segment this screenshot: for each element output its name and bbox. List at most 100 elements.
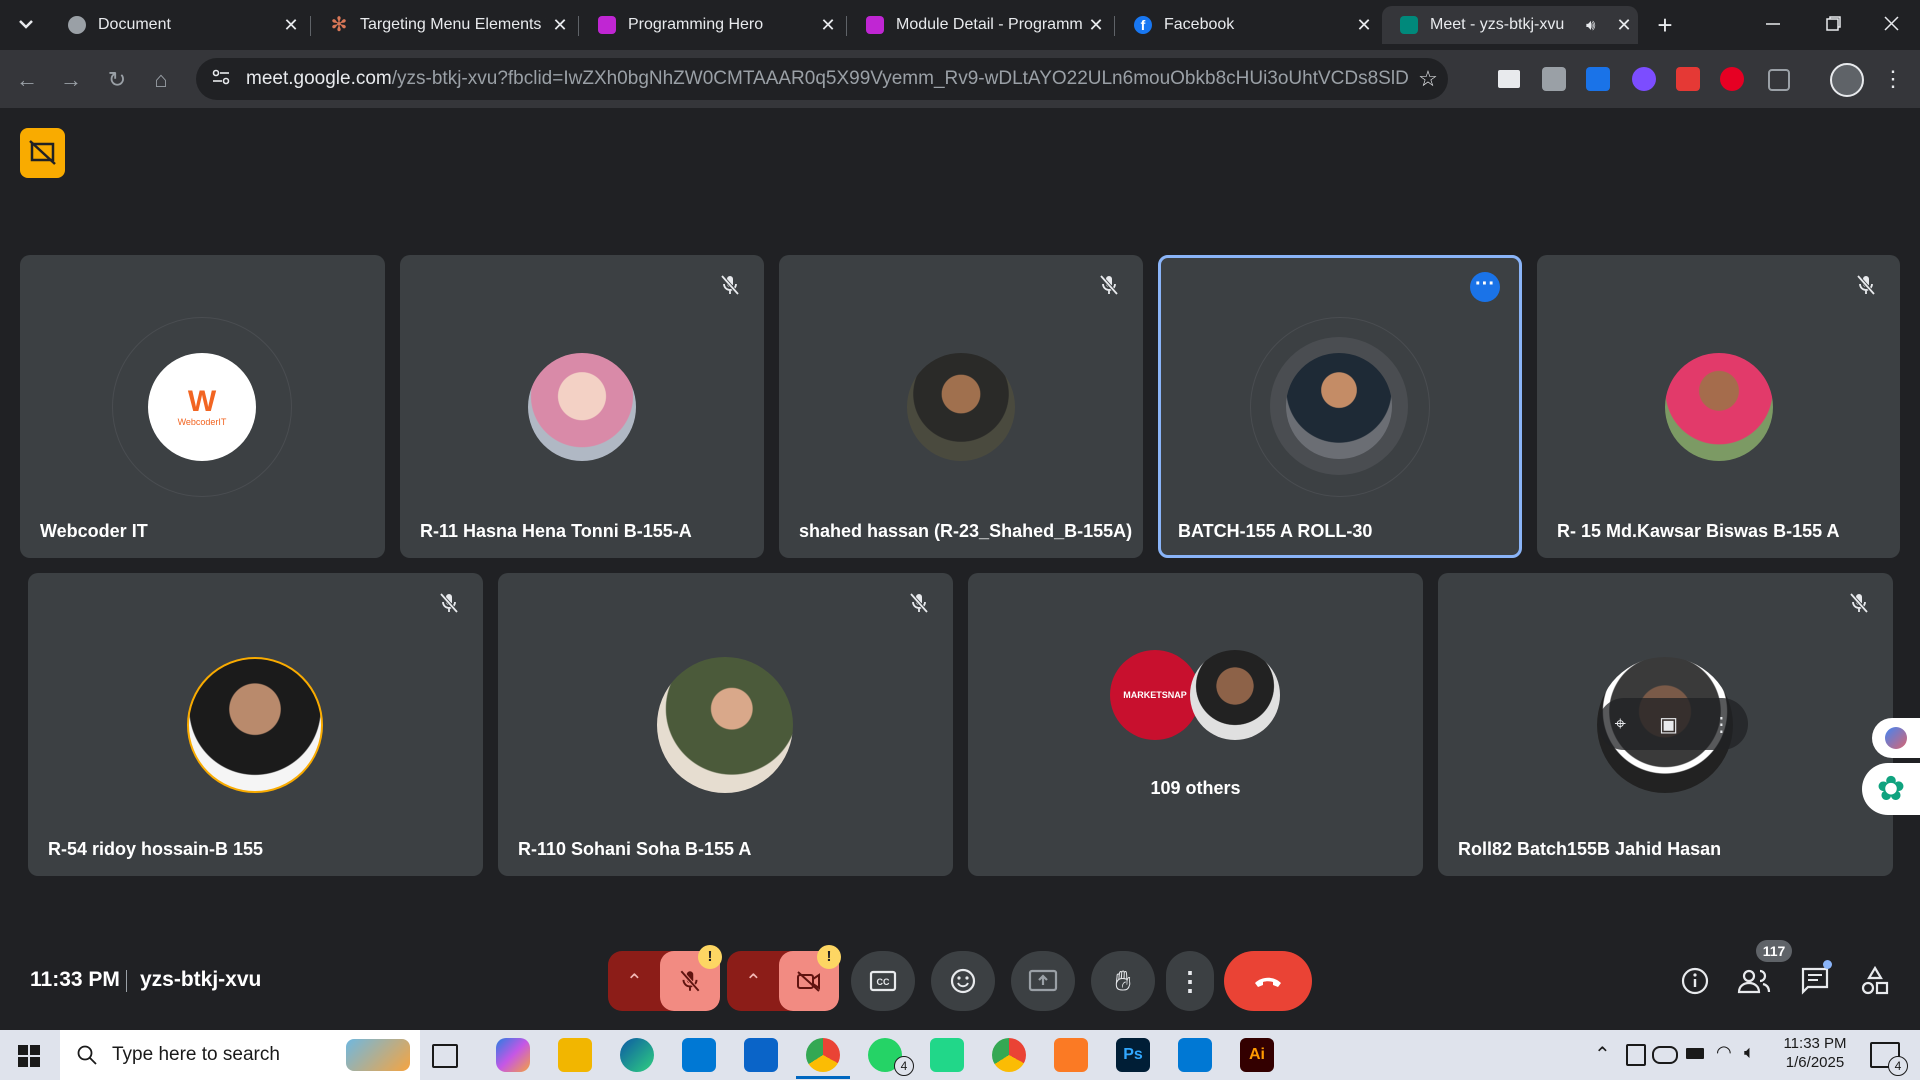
system-clock[interactable]: 11:33 PM 1/6/2025	[1770, 1035, 1860, 1071]
reactions-button[interactable]	[931, 951, 995, 1011]
raise-hand-button[interactable]: ✋︎	[1091, 951, 1155, 1011]
participant-name: Webcoder IT	[40, 521, 148, 541]
illustrator-icon[interactable]: Ai	[1240, 1038, 1274, 1072]
taskbar-search[interactable]: Type here to search	[60, 1030, 420, 1080]
url-text[interactable]: meet.google.com/yzs-btkj-xvu?fbclid=IwZX…	[246, 68, 1408, 90]
people-icon	[1737, 969, 1771, 994]
tab-targeting-menu[interactable]: ✻ Targeting Menu Elements W ✕	[312, 6, 574, 44]
tab-module-detail[interactable]: Module Detail - Programm ✕	[848, 6, 1110, 44]
onedrive-icon[interactable]	[1652, 1046, 1678, 1064]
avatar	[907, 353, 1015, 461]
windows-start-icon[interactable]	[18, 1045, 40, 1067]
people-button[interactable]	[1736, 966, 1772, 996]
notification-center-icon[interactable]: 4	[1870, 1042, 1908, 1076]
participant-tile-active[interactable]: ··· BATCH-155 A ROLL-30	[1158, 255, 1522, 558]
closed-captions-icon: CC	[869, 970, 897, 992]
participant-tile[interactable]: ⌖ ▣ ⋮ Roll82 Batch155B Jahid Hasan	[1438, 573, 1893, 876]
participant-tile[interactable]: R- 15 Md.Kawsar Biswas B-155 A	[1537, 255, 1900, 558]
pinterest-icon[interactable]	[1720, 67, 1744, 91]
volume-icon[interactable]: 🔈︎	[1744, 1042, 1755, 1063]
microsoft-store-icon[interactable]	[682, 1038, 716, 1072]
close-tab-icon[interactable]: ✕	[546, 15, 574, 36]
extension-play-icon[interactable]	[1632, 67, 1656, 91]
present-button[interactable]	[1011, 951, 1075, 1011]
meet-tray-icon[interactable]	[1626, 1044, 1646, 1066]
edge-icon[interactable]	[620, 1038, 654, 1072]
close-tab-icon[interactable]: ✕	[814, 15, 842, 36]
tab-programming-hero[interactable]: Programming Hero ✕	[580, 6, 842, 44]
more-options-icon[interactable]: ···	[1470, 272, 1500, 302]
chatgpt-side-icon[interactable]: ✿	[1862, 763, 1920, 815]
chrome-icon[interactable]	[806, 1038, 840, 1072]
others-tile[interactable]: MARKETSNAP 109 others	[968, 573, 1423, 876]
avatar	[187, 657, 323, 793]
gemini-side-icon[interactable]	[1872, 718, 1920, 758]
vscode-icon[interactable]	[1178, 1038, 1212, 1072]
more-options-button[interactable]: ⋮	[1166, 951, 1214, 1011]
restore-icon[interactable]	[1818, 14, 1848, 34]
add-to-frame-icon[interactable]: ▣	[1659, 712, 1678, 737]
reload-icon[interactable]: ↻	[102, 65, 132, 95]
profile-avatar[interactable]	[1830, 63, 1864, 97]
participant-tile[interactable]: W WebcoderIT Webcoder IT	[20, 255, 385, 558]
task-view-icon[interactable]	[432, 1044, 458, 1068]
participant-tile[interactable]: R-54 ridoy hossain-B 155	[28, 573, 483, 876]
bookmark-star-icon[interactable]: ☆	[1408, 66, 1448, 92]
meeting-info-button[interactable]	[1680, 966, 1710, 996]
chevron-up-icon[interactable]: ⌃	[745, 969, 762, 994]
extension-icon[interactable]	[1542, 67, 1566, 91]
participant-tile[interactable]: R-110 Sohani Soha B-155 A	[498, 573, 953, 876]
new-tab-icon[interactable]: +	[1650, 10, 1680, 40]
presentation-badge-icon[interactable]	[20, 128, 65, 178]
facebook-icon: f	[1134, 16, 1152, 34]
forward-icon[interactable]: →	[56, 65, 86, 95]
tab-search-chevron-icon[interactable]	[14, 12, 38, 36]
file-explorer-icon[interactable]	[558, 1038, 592, 1072]
xampp-icon[interactable]	[1054, 1038, 1088, 1072]
show-hidden-icons[interactable]: ⌃	[1594, 1042, 1611, 1067]
minimize-icon[interactable]	[1758, 14, 1788, 34]
participant-tile[interactable]: R-11 Hasna Hena Tonni B-155-A	[400, 255, 764, 558]
close-window-icon[interactable]	[1876, 14, 1906, 34]
tab-meet[interactable]: Meet - yzs-btkj-xvu 🔊︎ ✕	[1382, 6, 1638, 44]
extensions-puzzle-icon[interactable]	[1768, 69, 1790, 91]
pycharm-icon[interactable]	[930, 1038, 964, 1072]
close-tab-icon[interactable]: ✕	[1350, 15, 1378, 36]
site-info-icon[interactable]	[210, 66, 234, 93]
browser-menu-icon[interactable]: ⋮	[1882, 66, 1904, 92]
pin-icon[interactable]: ⌖	[1615, 713, 1626, 736]
address-bar[interactable]: meet.google.com/yzs-btkj-xvu?fbclid=IwZX…	[196, 58, 1448, 100]
audio-settings-button[interactable]: ⌃ !	[608, 945, 722, 1011]
video-settings-button[interactable]: ⌃ !	[727, 945, 841, 1011]
participant-name: shahed hassan (R-23_Shahed_B-155A)	[799, 521, 1133, 541]
tab-facebook[interactable]: f Facebook ✕	[1116, 6, 1378, 44]
reading-list-icon[interactable]	[1498, 70, 1520, 88]
copilot-icon[interactable]	[496, 1038, 530, 1072]
leave-call-button[interactable]	[1224, 951, 1312, 1011]
more-options-icon[interactable]: ⋮	[1711, 712, 1731, 737]
participant-tile[interactable]: shahed hassan (R-23_Shahed_B-155A)	[779, 255, 1143, 558]
chevron-up-icon[interactable]: ⌃	[626, 969, 643, 994]
speaker-icon[interactable]: 🔊︎	[1586, 17, 1610, 34]
chrome-profile-icon[interactable]	[992, 1038, 1026, 1072]
home-icon[interactable]: ⌂	[146, 65, 176, 95]
chat-icon	[1801, 967, 1829, 995]
close-tab-icon[interactable]: ✕	[1610, 15, 1638, 36]
wifi-icon[interactable]: ◠	[1716, 1042, 1732, 1063]
chat-button[interactable]	[1800, 960, 1832, 996]
back-icon[interactable]: ←	[12, 65, 42, 95]
whatsapp-badge: 4	[894, 1056, 914, 1076]
outlook-icon[interactable]	[744, 1038, 778, 1072]
close-tab-icon[interactable]: ✕	[277, 15, 305, 36]
hover-controls: ⌖ ▣ ⋮	[1598, 698, 1748, 750]
pdf-extension-icon[interactable]	[1676, 67, 1700, 91]
avatar	[657, 657, 793, 793]
tab-document[interactable]: Document ✕	[50, 6, 305, 44]
battery-icon[interactable]	[1686, 1048, 1704, 1059]
close-tab-icon[interactable]: ✕	[1082, 15, 1110, 36]
extension-wave-icon[interactable]	[1586, 67, 1610, 91]
captions-button[interactable]: CC	[851, 951, 915, 1011]
search-placeholder: Type here to search	[112, 1044, 280, 1065]
activities-button[interactable]	[1860, 965, 1890, 996]
photoshop-icon[interactable]: Ps	[1116, 1038, 1150, 1072]
